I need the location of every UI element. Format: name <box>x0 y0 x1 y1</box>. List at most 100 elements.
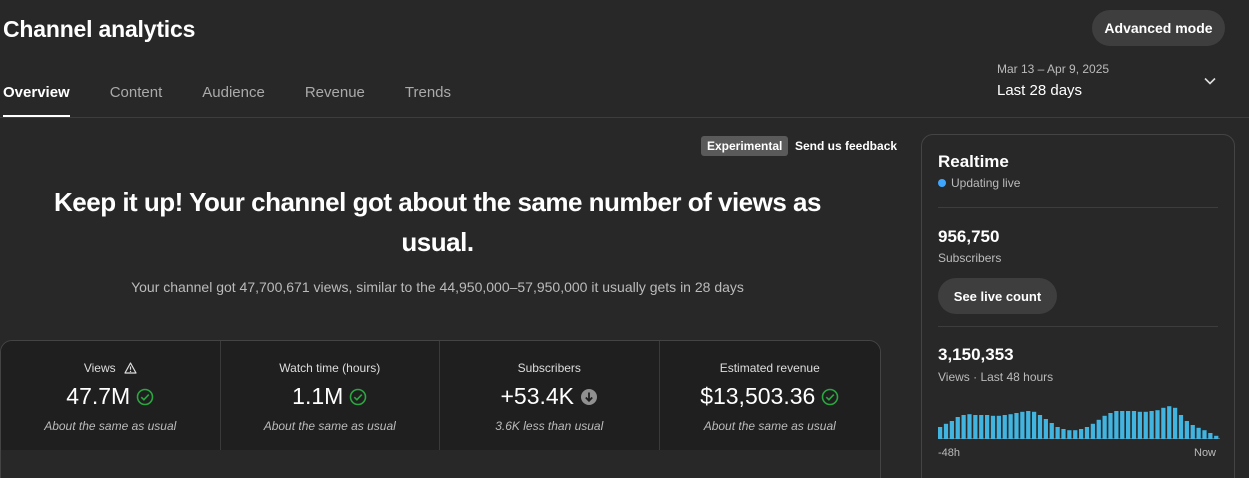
realtime-bar[interactable] <box>1155 410 1160 439</box>
realtime-bar[interactable] <box>967 414 972 439</box>
metric-watch-time-value: 1.1M <box>292 383 344 409</box>
realtime-bar[interactable] <box>1196 427 1201 439</box>
realtime-views-chart[interactable] <box>938 399 1220 439</box>
tab-content[interactable]: Content <box>110 75 163 117</box>
realtime-bar[interactable] <box>1002 415 1007 439</box>
metric-views-label: Views <box>83 361 116 375</box>
realtime-bar[interactable] <box>1096 419 1101 439</box>
realtime-views-label: Views · Last 48 hours <box>938 370 1054 384</box>
analytics-tabs: Overview Content Audience Revenue Trends <box>3 75 491 117</box>
realtime-bar[interactable] <box>1073 430 1078 439</box>
channel-analytics-page: Channel analytics Advanced mode Overview… <box>0 0 1249 478</box>
realtime-bar[interactable] <box>1137 411 1142 439</box>
metric-views[interactable]: Views 47.7M About the same as usual <box>1 341 221 450</box>
realtime-bar[interactable] <box>1037 415 1043 439</box>
tab-overview[interactable]: Overview <box>3 75 70 117</box>
see-live-count-button[interactable]: See live count <box>938 278 1057 314</box>
warning-icon[interactable] <box>124 362 137 374</box>
check-circle-icon <box>822 388 839 405</box>
metric-revenue-note: About the same as usual <box>703 419 836 433</box>
realtime-bar[interactable] <box>938 427 943 439</box>
metric-watch-time-label: Watch time (hours) <box>279 361 381 375</box>
realtime-bar[interactable] <box>1131 411 1137 439</box>
realtime-bar[interactable] <box>1067 430 1072 439</box>
realtime-views-value: 3,150,353 <box>938 345 1014 364</box>
date-range-selector[interactable]: Mar 13 – Apr 9, 2025 Last 28 days <box>997 62 1109 99</box>
realtime-bar[interactable] <box>1149 411 1154 439</box>
realtime-bar[interactable] <box>1178 415 1184 439</box>
realtime-bar[interactable] <box>990 415 996 439</box>
realtime-bar[interactable] <box>1167 406 1172 439</box>
advanced-mode-button[interactable]: Advanced mode <box>1092 10 1225 46</box>
realtime-bar[interactable] <box>1114 411 1119 439</box>
experimental-badge: Experimental <box>701 136 789 156</box>
metric-subscribers-note: 3.6K less than usual <box>495 419 604 433</box>
realtime-title: Realtime <box>938 152 1009 171</box>
realtime-divider <box>938 207 1218 208</box>
realtime-status: Updating live <box>938 176 1020 190</box>
realtime-bar[interactable] <box>949 421 954 439</box>
realtime-bar[interactable] <box>985 415 990 439</box>
realtime-bar[interactable] <box>1214 435 1219 439</box>
realtime-bar[interactable] <box>1032 411 1037 439</box>
realtime-subscribers-value: 956,750 <box>938 227 1000 246</box>
metric-watch-time[interactable]: Watch time (hours) 1.1M About the same a… <box>220 341 440 450</box>
metric-revenue-label: Estimated revenue <box>719 361 820 375</box>
check-circle-icon <box>136 388 154 405</box>
date-range-dates: Mar 13 – Apr 9, 2025 <box>997 62 1110 76</box>
realtime-axis-start: -48h <box>938 447 961 459</box>
realtime-bar[interactable] <box>979 415 984 439</box>
metric-subscribers-value: +53.4K <box>500 383 575 409</box>
metric-revenue[interactable]: Estimated revenue $13,503.36 About the s… <box>659 341 880 450</box>
tab-trends[interactable]: Trends <box>405 75 451 117</box>
realtime-status-text: Updating live <box>951 176 1021 190</box>
realtime-bar[interactable] <box>955 417 960 439</box>
realtime-bar[interactable] <box>1079 429 1084 439</box>
realtime-subscribers-label: Subscribers <box>938 251 1002 265</box>
realtime-bar[interactable] <box>1020 411 1025 439</box>
metric-subscribers-label: Subscribers <box>517 361 581 375</box>
metric-views-note: About the same as usual <box>44 419 177 433</box>
metric-subscribers[interactable]: Subscribers +53.4K 3.6K less than usual <box>440 341 660 450</box>
realtime-bar[interactable] <box>1084 427 1090 439</box>
tab-revenue[interactable]: Revenue <box>305 75 365 117</box>
realtime-bar[interactable] <box>1049 423 1054 439</box>
metric-views-value: 47.7M <box>66 383 131 409</box>
realtime-bar[interactable] <box>1102 415 1107 439</box>
realtime-bar[interactable] <box>961 415 966 439</box>
realtime-divider <box>938 326 1218 327</box>
realtime-bar[interactable] <box>1208 433 1213 439</box>
realtime-axis-end: Now <box>1194 447 1217 459</box>
metric-label: Views <box>84 361 137 375</box>
realtime-card: Realtime Updating live 956,750 Subscribe… <box>921 134 1235 478</box>
realtime-bar[interactable] <box>1055 427 1060 439</box>
realtime-bar[interactable] <box>1126 411 1131 439</box>
realtime-bar[interactable] <box>1143 411 1148 439</box>
header-divider <box>0 117 1249 118</box>
summary-headline: Keep it up! Your channel got about the s… <box>54 187 821 257</box>
chevron-down-icon[interactable] <box>1203 74 1217 88</box>
realtime-bar[interactable] <box>1120 411 1125 439</box>
realtime-bar[interactable] <box>1184 421 1189 439</box>
realtime-bar[interactable] <box>1202 430 1207 439</box>
realtime-bar[interactable] <box>996 415 1001 439</box>
realtime-bar[interactable] <box>1061 429 1066 439</box>
tab-audience[interactable]: Audience <box>202 75 265 117</box>
realtime-bar[interactable] <box>1014 413 1019 439</box>
realtime-bar[interactable] <box>1008 414 1013 439</box>
arrow-down-circle-icon <box>581 388 598 405</box>
realtime-bar[interactable] <box>943 423 949 439</box>
realtime-bar[interactable] <box>1190 425 1195 439</box>
metric-watch-time-note: About the same as usual <box>263 419 396 433</box>
realtime-bar[interactable] <box>973 415 978 439</box>
realtime-bar[interactable] <box>1173 407 1178 439</box>
metric-revenue-value: $13,503.36 <box>700 383 816 409</box>
page-title: Channel analytics <box>3 16 196 42</box>
send-feedback-link[interactable]: Send us feedback <box>795 136 897 156</box>
realtime-bar[interactable] <box>1161 407 1166 439</box>
realtime-bar[interactable] <box>1090 423 1095 439</box>
realtime-bar[interactable] <box>1026 411 1031 439</box>
check-circle-icon <box>350 388 367 405</box>
realtime-bar[interactable] <box>1043 419 1048 439</box>
realtime-bar[interactable] <box>1108 413 1113 439</box>
